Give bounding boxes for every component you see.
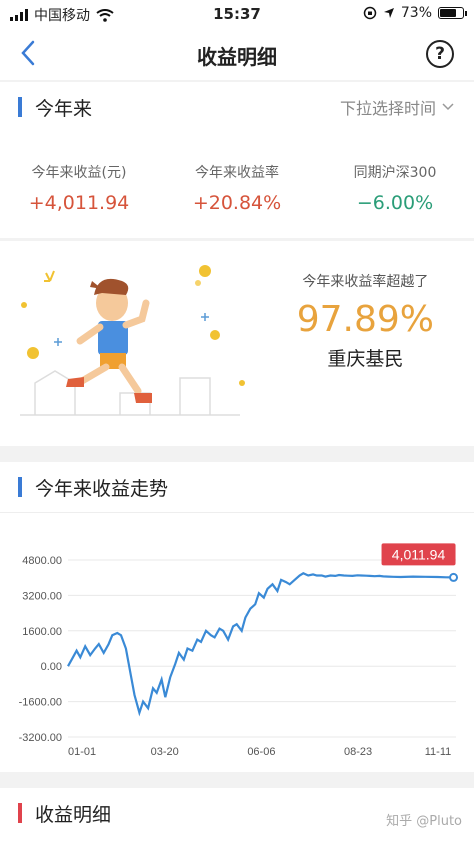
stat-value: −6.00% bbox=[356, 192, 434, 214]
stat-label: 同期沪深300 bbox=[353, 165, 437, 181]
detail-card: 收益明细 知乎 @Pluto bbox=[0, 788, 474, 843]
y-tick-label: -3200.00 bbox=[19, 732, 62, 744]
trend-chart[interactable]: 4800.00 3200.00 1600.00 0.00 -1600.00 -3200.0… bbox=[0, 462, 474, 772]
help-button[interactable]: ? bbox=[426, 40, 454, 68]
summary-title: 今年来 bbox=[35, 98, 93, 120]
runner-illustration bbox=[20, 265, 245, 416]
nav-bar: 收益明细 ? bbox=[0, 28, 474, 80]
battery-percent: 73% bbox=[400, 5, 432, 21]
stat-benchmark: 同期沪深300 −6.00% bbox=[316, 162, 474, 214]
battery-icon bbox=[438, 7, 467, 19]
latest-point bbox=[449, 572, 459, 582]
latest-badge: 4,011.94 bbox=[381, 543, 456, 566]
time-selector[interactable]: 下拉选择时间 bbox=[340, 95, 454, 119]
rank-group: 重庆基民 bbox=[327, 348, 404, 370]
latest-badge-value: 4,011.94 bbox=[392, 546, 446, 562]
time-selector-label: 下拉选择时间 bbox=[339, 99, 436, 118]
y-tick-label: 0.00 bbox=[41, 661, 62, 673]
chevron-down-icon bbox=[442, 103, 454, 111]
rank-text: 今年来收益率超越了 97.89% 重庆基民 bbox=[297, 271, 434, 371]
section-marker bbox=[18, 97, 22, 117]
stat-value: +20.84% bbox=[192, 192, 282, 214]
stat-ytd-income: 今年来收益(元) +4,011.94 bbox=[0, 162, 158, 214]
stat-label: 今年来收益率 bbox=[195, 165, 279, 181]
summary-header: 今年来 下拉选择时间 bbox=[0, 82, 474, 132]
rank-percent: 97.89% bbox=[296, 299, 434, 340]
x-tick-label: 08-23 bbox=[344, 746, 372, 758]
x-tick-label: 06-06 bbox=[247, 746, 275, 758]
detail-title: 收益明细 bbox=[35, 804, 112, 826]
stat-label: 今年来收益(元) bbox=[31, 165, 127, 181]
status-bar: 中国移动 15:37 73% bbox=[0, 0, 474, 28]
orientation-lock-icon bbox=[363, 6, 377, 20]
y-tick-label: 3200.00 bbox=[22, 590, 62, 602]
y-tick-label: 4800.00 bbox=[22, 555, 62, 567]
summary-card: 今年来 下拉选择时间 今年来收益(元) +4,011.94 今年来收益率 +20… bbox=[0, 82, 474, 238]
section-marker bbox=[18, 803, 22, 823]
y-tick-label: 1600.00 bbox=[22, 626, 62, 638]
series-line bbox=[67, 572, 454, 717]
stat-value: +4,011.94 bbox=[28, 192, 130, 214]
watermark: 知乎 @Pluto bbox=[386, 814, 462, 829]
stat-ytd-rate: 今年来收益率 +20.84% bbox=[158, 162, 316, 214]
trend-card: 今年来收益走势 4800.00 3200.00 1600.00 0.00 -1600.0… bbox=[0, 462, 474, 772]
x-tick-label: 11-11 bbox=[425, 746, 452, 758]
rank-caption: 今年来收益率超越了 bbox=[302, 274, 429, 290]
stats-row: 今年来收益(元) +4,011.94 今年来收益率 +20.84% 同期沪深30… bbox=[0, 162, 474, 214]
x-tick-label: 01-01 bbox=[68, 746, 96, 758]
y-tick-label: -1600.00 bbox=[19, 697, 62, 709]
page-title: 收益明细 bbox=[197, 45, 277, 69]
location-icon bbox=[383, 8, 394, 18]
x-tick-label: 03-20 bbox=[151, 746, 179, 758]
rank-card: 今年来收益率超越了 97.89% 重庆基民 bbox=[0, 241, 474, 446]
